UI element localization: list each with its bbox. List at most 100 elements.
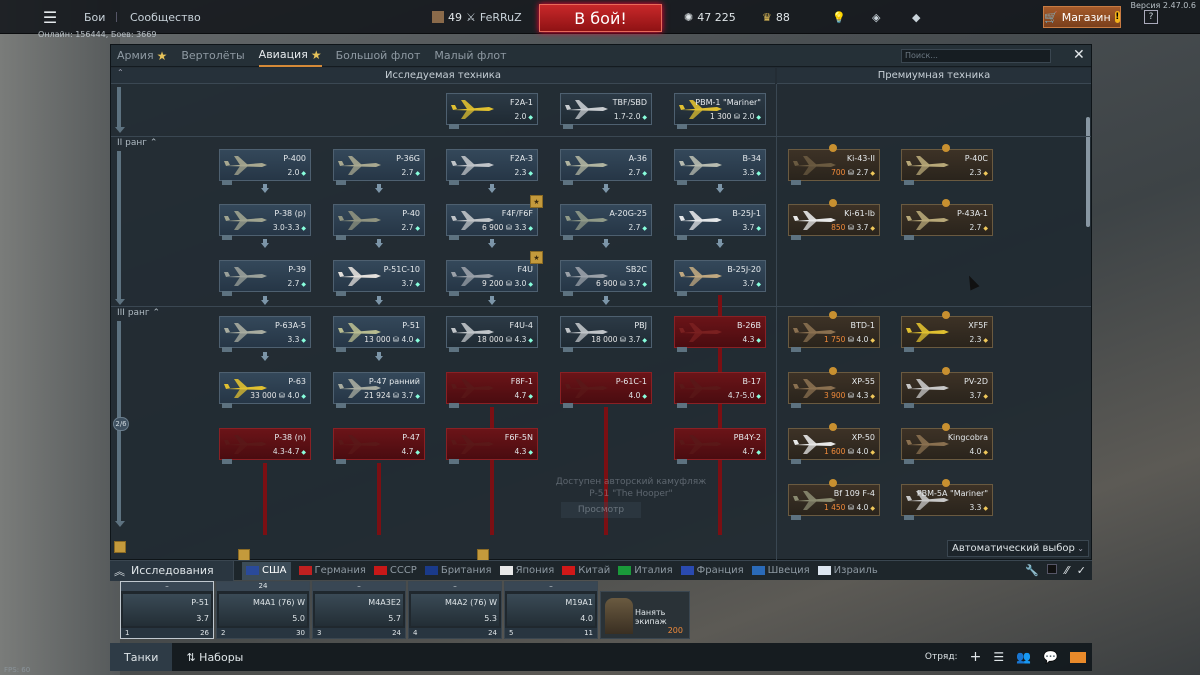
vehicle-card[interactable]: A-20G-25 2.7 ◆	[560, 204, 652, 240]
vehicle-card[interactable]: F4F/F6F 6 900 ⛁ 3.3 ◆ ★	[446, 195, 543, 240]
vehicle-card[interactable]: P-47 4.7 ◆	[333, 428, 425, 464]
vehicle-card[interactable]: P-38 (p) 3.0-3.3 ◆	[219, 204, 311, 240]
nation-6[interactable]: Италия	[618, 565, 673, 576]
chat-icon[interactable]: 💬	[1043, 650, 1058, 664]
arrow-down-icon	[602, 296, 610, 305]
vehicle-card[interactable]: PBM-1 "Mariner" 1 300 ⛁ 2.0 ◆	[674, 93, 766, 129]
vehicle-card[interactable]: A-36 2.7 ◆	[560, 149, 652, 185]
vehicle-card[interactable]: F4U-4 18 000 ⛁ 4.3 ◆	[446, 316, 538, 352]
vehicle-card[interactable]: TBF/SBD 1.7-2.0 ◆	[560, 93, 652, 129]
vehicle-card[interactable]: P-51C-10 3.7 ◆	[333, 260, 425, 296]
crew-slot[interactable]: – M19A1 4.0 5 11	[504, 581, 598, 639]
wrench-icon[interactable]: 🔧	[1025, 564, 1039, 577]
player-profile[interactable]: 49 ⚔ FeRRuZ	[432, 0, 522, 34]
crew-slot[interactable]: – M4A3E2 5.7 3 24	[312, 581, 406, 639]
vehicle-card[interactable]: P-39 2.7 ◆	[219, 260, 311, 296]
tab-aviation[interactable]: Авиация ★	[258, 45, 322, 67]
vehicle-card[interactable]: P-36G 2.7 ◆	[333, 149, 425, 185]
vehicle-card[interactable]: Bf 109 F-4 1 450 ⛁ 4.0 ◆	[788, 479, 880, 520]
vehicle-card[interactable]: P-38 (n) 4.3-4.7 ◆	[219, 428, 311, 464]
nation-4[interactable]: Япония	[499, 565, 554, 576]
vehicle-card[interactable]: P-40 2.7 ◆	[333, 204, 425, 240]
vehicle-card[interactable]: P-47 ранний 21 924 ⛁ 3.7 ◆	[333, 372, 425, 408]
auto-select-dropdown[interactable]: Автоматический выбор ⌄	[947, 540, 1089, 557]
hire-crew-button[interactable]: Нанять экипаж 200	[600, 591, 690, 639]
list-icon[interactable]: ☰	[993, 650, 1004, 664]
mail-icon[interactable]	[1070, 651, 1086, 663]
vehicle-card[interactable]: PB4Y-2 4.7 ◆	[674, 428, 766, 464]
tab-bluewater-fleet[interactable]: Большой флот	[336, 45, 421, 67]
vehicle-card[interactable]: F4U 9 200 ⛁ 3.0 ◆ ★	[446, 251, 543, 296]
tab-sets[interactable]: ⇅ Наборы	[172, 643, 257, 671]
plus-icon[interactable]: +	[970, 649, 982, 665]
repair-icon[interactable]: ⁄⁄	[1065, 564, 1069, 577]
rank-3-header[interactable]: III ранг ⌃	[117, 308, 160, 318]
hamburger-menu-icon[interactable]: ☰	[40, 0, 60, 34]
vehicle-card[interactable]: XP-50 1 600 ⛁ 4.0 ◆	[788, 423, 880, 464]
checkmark-icon[interactable]: ✓	[1077, 564, 1086, 577]
tab-coastal-fleet[interactable]: Малый флот	[434, 45, 506, 67]
vehicle-card[interactable]: P-43A-1 2.7 ◆	[901, 199, 993, 240]
vehicle-card[interactable]: XF5F 2.3 ◆	[901, 311, 993, 352]
nation-2[interactable]: СССР	[373, 565, 417, 576]
vehicle-card[interactable]: F8F-1 4.7 ◆	[446, 372, 538, 408]
vehicle-card[interactable]: F2A-3 2.3 ◆	[446, 149, 538, 185]
nav-battles[interactable]: Бои	[84, 0, 105, 34]
nation-9[interactable]: Израиль	[817, 565, 878, 576]
vehicle-card[interactable]: PBM-5A "Mariner" 3.3 ◆	[901, 479, 993, 520]
nation-0[interactable]: США	[242, 561, 291, 580]
vehicle-card[interactable]: P-61C-1 4.0 ◆	[560, 372, 652, 408]
help-button[interactable]: ?	[1144, 10, 1158, 24]
vehicle-card[interactable]: Kingcobra 4.0 ◆	[901, 423, 993, 464]
scrollbar[interactable]	[1086, 117, 1090, 227]
collapse-icon[interactable]: ⌃	[117, 68, 124, 77]
vehicle-card[interactable]: P-40C 2.3 ◆	[901, 144, 993, 185]
premium-icon	[829, 479, 837, 487]
tab-army[interactable]: Армия ★	[117, 45, 167, 67]
vehicle-card[interactable]: F6F-5N 4.3 ◆	[446, 428, 538, 464]
vehicle-card[interactable]: BTD-1 1 750 ⛁ 4.0 ◆	[788, 311, 880, 352]
nav-community[interactable]: Сообщество	[130, 0, 201, 34]
vehicle-card[interactable]: SB2C 6 900 ⛁ 3.7 ◆	[560, 260, 652, 296]
vehicle-card[interactable]: Ki-43-II 700 ⛁ 2.7 ◆	[788, 144, 880, 185]
vehicle-card[interactable]: B-25J-1 3.7 ◆	[674, 204, 766, 240]
to-battle-button[interactable]: В бой!	[539, 4, 662, 32]
nation-1[interactable]: Германия	[298, 565, 366, 576]
vehicle-card[interactable]: P-400 2.0 ◆	[219, 149, 311, 185]
tab-helicopters[interactable]: Вертолёты	[181, 45, 244, 67]
top-bar: ☰ Бои Сообщество 49 ⚔ FeRRuZ В бой! ✺ 47…	[0, 0, 1200, 34]
vehicle-card[interactable]: B-26B 4.3 ◆	[674, 316, 766, 352]
coupon-icon[interactable]: ◆	[912, 0, 920, 34]
rank-2-header[interactable]: II ранг ⌃	[117, 138, 157, 148]
nation-3[interactable]: Британия	[424, 565, 492, 576]
vehicle-card[interactable]: XP-55 3 900 ⛁ 4.3 ◆	[788, 367, 880, 408]
vehicle-card[interactable]: PV-2D 3.7 ◆	[901, 367, 993, 408]
nation-5[interactable]: Китай	[562, 565, 610, 576]
crew-slot[interactable]: – P-51 3.7 1 26	[120, 581, 214, 639]
close-icon[interactable]: ✕	[1073, 47, 1085, 63]
vehicle-card[interactable]: P-63A-5 3.3 ◆	[219, 316, 311, 352]
search-input[interactable]: Поиск...	[901, 49, 1051, 63]
aircraft-image	[565, 98, 609, 120]
nation-7[interactable]: Франция	[680, 565, 744, 576]
vehicle-name: A-36	[628, 154, 647, 163]
vehicle-card[interactable]: PBJ 18 000 ⛁ 3.7 ◆	[560, 316, 652, 352]
vehicle-card[interactable]: B-34 3.3 ◆	[674, 149, 766, 185]
vehicle-card[interactable]: Ki-61-Ib 850 ⛁ 3.7 ◆	[788, 199, 880, 240]
vehicle-card[interactable]: B-25J-20 3.7 ◆	[674, 260, 766, 296]
lightbulb-icon[interactable]: 💡	[832, 0, 846, 34]
vehicle-card[interactable]: P-51 13 000 ⛁ 4.0 ◆	[333, 316, 425, 352]
research-button[interactable]: ︽ Исследования	[110, 560, 234, 581]
vehicle-card[interactable]: F2A-1 2.0 ◆	[446, 93, 538, 129]
vehicle-card[interactable]: B-17 4.7-5.0 ◆	[674, 372, 766, 408]
crew-slot[interactable]: – M4A2 (76) W 5.3 4 24	[408, 581, 502, 639]
crew-slot[interactable]: 24 M4A1 (76) W 5.0 2 30	[216, 581, 310, 639]
nation-8[interactable]: Швеция	[751, 565, 810, 576]
tab-tanks[interactable]: Танки	[110, 643, 173, 671]
shop-button[interactable]: 🛒 Магазин !	[1043, 6, 1121, 28]
camo-view-button[interactable]: Просмотр	[561, 502, 641, 518]
vehicle-card[interactable]: P-63 33 000 ⛁ 4.0 ◆	[219, 372, 311, 408]
contacts-icon[interactable]: 👥	[1016, 650, 1031, 664]
decals-icon[interactable]: ◈	[872, 0, 880, 34]
filter-icon[interactable]	[1047, 564, 1058, 574]
